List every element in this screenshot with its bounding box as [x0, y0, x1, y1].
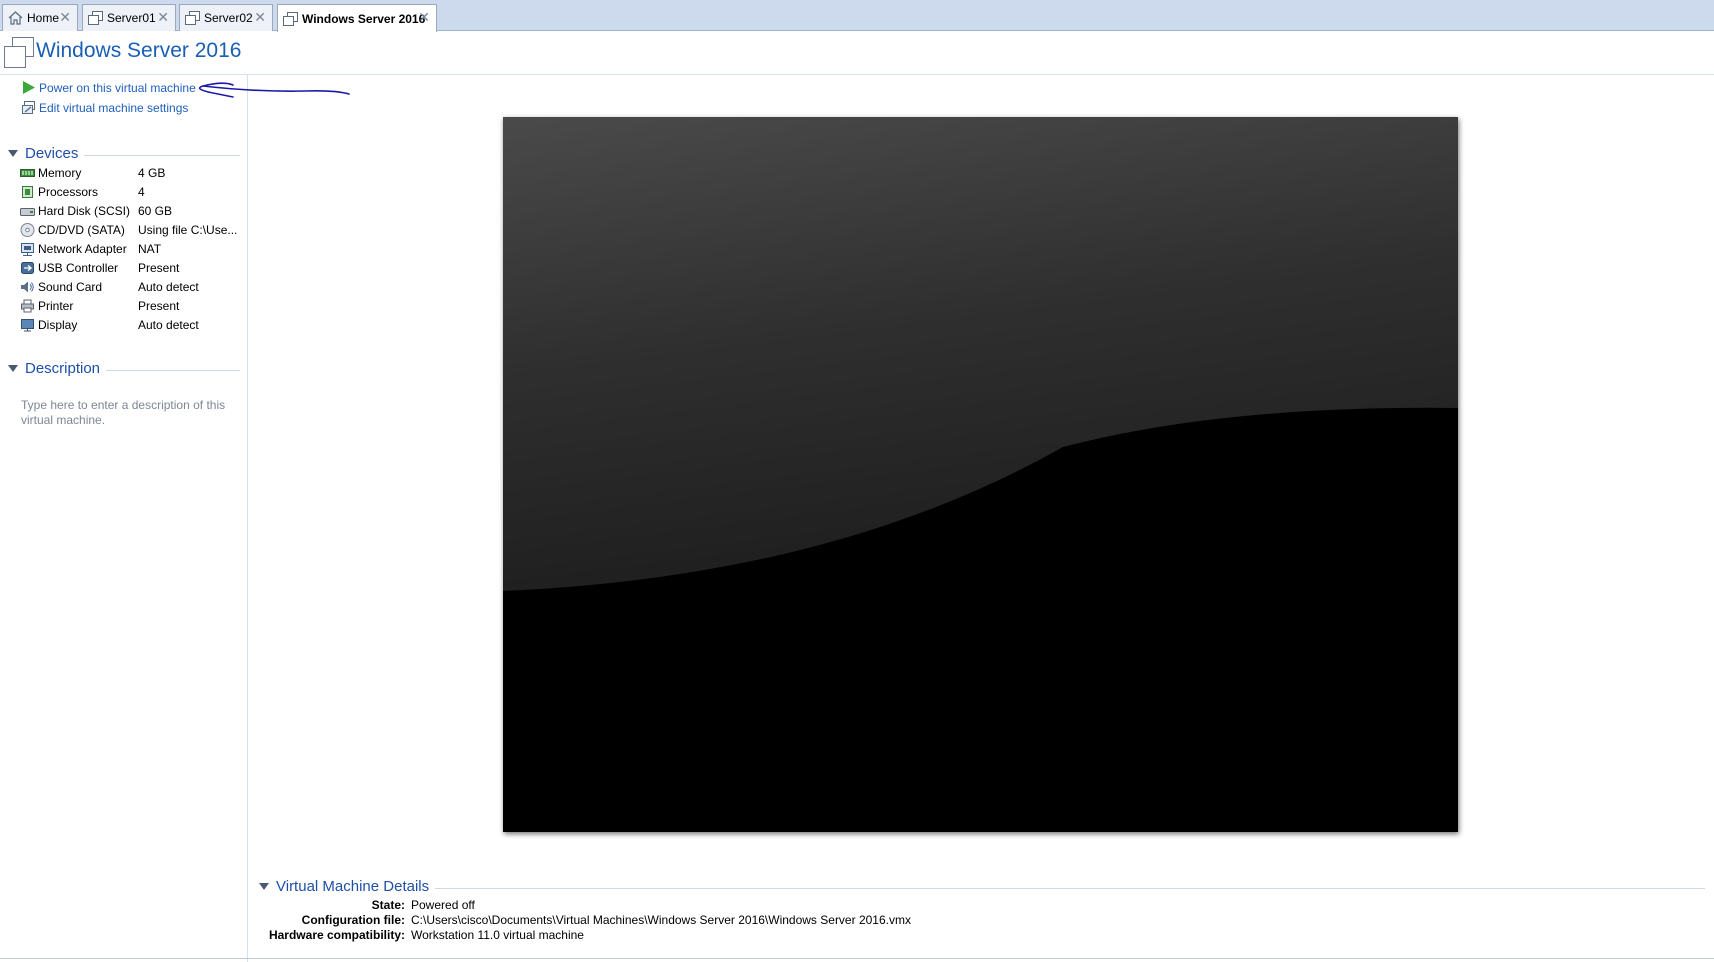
device-value: Using file C:\Use... [138, 223, 238, 237]
detail-key: State: [371, 898, 405, 912]
memory-icon [20, 169, 35, 177]
close-icon[interactable]: ✕ [59, 10, 71, 24]
device-name: Memory [38, 166, 82, 180]
description-heading: Description [25, 360, 101, 377]
device-row-network-adapter[interactable]: Network Adapter NAT [20, 239, 242, 259]
device-name: USB Controller [38, 261, 119, 275]
collapse-arrow-icon[interactable] [8, 365, 18, 372]
tab-label: Windows Server 2016 [302, 11, 426, 26]
device-value: 4 GB [138, 166, 166, 180]
detail-row-config-file: Configuration file: C:\Users\cisco\Docum… [259, 913, 1159, 928]
close-icon[interactable]: ✕ [418, 10, 430, 24]
device-value: Present [138, 261, 180, 275]
network-adapter-icon [21, 243, 34, 256]
vm-screen-wave [503, 117, 1458, 832]
device-name: Network Adapter [38, 242, 127, 256]
device-value: Auto detect [138, 318, 199, 332]
detail-key: Configuration file: [301, 913, 405, 927]
cd-dvd-icon [20, 223, 35, 237]
processor-icon [22, 186, 33, 198]
device-value: Auto detect [138, 280, 199, 294]
device-row-processors[interactable]: Processors 4 [20, 182, 242, 202]
divider [106, 370, 240, 371]
device-row-display[interactable]: Display Auto detect [20, 315, 242, 335]
divider [0, 958, 1714, 959]
device-value: 60 GB [138, 204, 173, 218]
description-input[interactable]: Type here to enter a description of this… [21, 398, 231, 428]
vm-details-heading: Virtual Machine Details [276, 878, 430, 895]
device-row-memory[interactable]: Memory 4 GB [20, 163, 242, 183]
devices-section-header[interactable]: Devices [8, 145, 240, 162]
device-value: NAT [138, 242, 162, 256]
vm-icon [283, 11, 298, 26]
sound-icon [21, 281, 34, 293]
device-name: Sound Card [38, 280, 103, 294]
device-row-cd-dvd[interactable]: CD/DVD (SATA) Using file C:\Use... [20, 220, 242, 240]
divider [84, 155, 240, 156]
vm-icon [88, 11, 103, 25]
vm-icon [4, 37, 34, 68]
hard-disk-icon [20, 208, 35, 216]
device-name: Printer [38, 299, 74, 313]
device-name: CD/DVD (SATA) [38, 223, 125, 237]
close-icon[interactable]: ✕ [157, 10, 169, 24]
device-row-hard-disk[interactable]: Hard Disk (SCSI) 60 GB [20, 201, 242, 221]
device-name: Display [38, 318, 78, 332]
detail-row-hardware-compat: Hardware compatibility: Workstation 11.0… [259, 928, 1159, 943]
settings-icon [22, 101, 35, 114]
printer-icon [21, 299, 34, 313]
tab-label: Server01 [107, 11, 156, 25]
device-row-sound-card[interactable]: Sound Card Auto detect [20, 277, 242, 297]
vm-preview-thumbnail[interactable] [503, 117, 1458, 832]
power-on-label: Power on this virtual machine [39, 80, 196, 95]
edit-settings-label: Edit virtual machine settings [39, 100, 189, 115]
device-row-printer[interactable]: Printer Present [20, 296, 242, 316]
home-icon [8, 11, 23, 25]
description-section-header[interactable]: Description [8, 360, 240, 377]
divider [435, 888, 1705, 889]
collapse-arrow-icon[interactable] [8, 150, 18, 157]
display-icon [21, 319, 34, 332]
device-value: Present [138, 299, 180, 313]
play-icon [23, 81, 35, 94]
detail-key: Hardware compatibility: [268, 928, 405, 942]
tab-server02[interactable]: Server02 ✕ [179, 4, 273, 31]
vm-details-section-header[interactable]: Virtual Machine Details [259, 878, 1705, 895]
annotation-arrow [198, 82, 350, 98]
tab-windows-server-2016[interactable]: Windows Server 2016 ✕ [277, 4, 437, 32]
title-bar: Windows Server 2016 [0, 31, 1714, 75]
collapse-arrow-icon[interactable] [259, 883, 269, 890]
detail-value: Powered off [411, 898, 475, 912]
edit-settings-link[interactable]: Edit virtual machine settings [21, 100, 188, 115]
usb-icon [21, 262, 34, 274]
detail-value: C:\Users\cisco\Documents\Virtual Machine… [411, 913, 911, 927]
close-icon[interactable]: ✕ [254, 10, 266, 24]
tab-label: Home [27, 11, 60, 25]
device-name: Hard Disk (SCSI) [38, 204, 131, 218]
detail-value: Workstation 11.0 virtual machine [411, 928, 584, 942]
device-name: Processors [38, 185, 99, 199]
tab-label: Server02 [204, 11, 253, 25]
power-on-link[interactable]: Power on this virtual machine [21, 80, 196, 95]
left-panel: Power on this virtual machine Edit virtu… [0, 75, 248, 962]
tab-server01[interactable]: Server01 ✕ [82, 4, 176, 31]
tab-home[interactable]: Home ✕ [2, 4, 78, 31]
vm-icon [185, 11, 200, 25]
page-title: Windows Server 2016 [36, 39, 242, 62]
tab-bar: Home ✕ Server01 ✕ Server02 ✕ Windows Ser… [0, 0, 1714, 32]
devices-heading: Devices [25, 145, 79, 162]
detail-row-state: State: Powered off [259, 898, 1159, 913]
device-value: 4 [138, 185, 145, 199]
device-row-usb-controller[interactable]: USB Controller Present [20, 258, 242, 278]
